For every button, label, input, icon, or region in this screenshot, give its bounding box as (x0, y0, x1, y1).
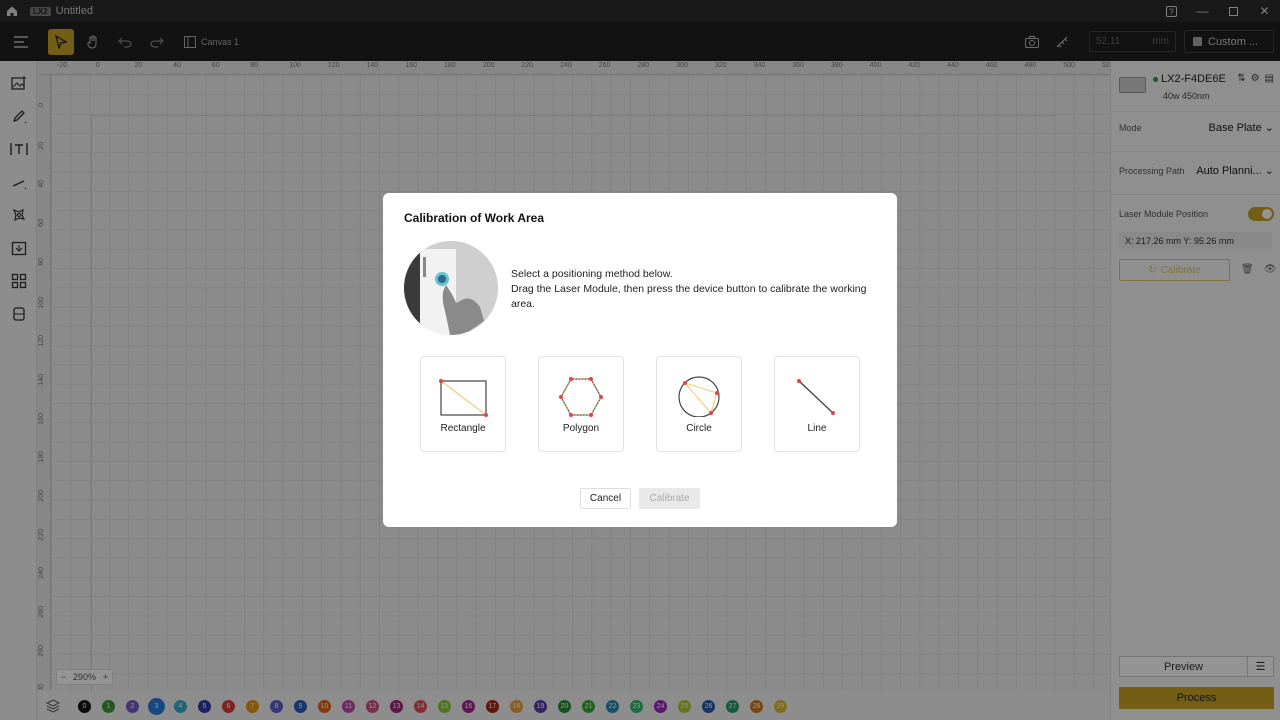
device-illustration (404, 241, 498, 335)
method-label: Rectangle (440, 423, 486, 434)
dialog-title: Calibration of Work Area (404, 211, 545, 225)
dialog-description: Select a positioning method below. Drag … (511, 267, 871, 312)
rectangle-method-icon (439, 379, 488, 417)
description-line-2: Drag the Laser Module, then press the de… (511, 283, 867, 310)
dialog-calibrate-button[interactable]: Calibrate (639, 488, 700, 509)
method-label: Polygon (562, 423, 600, 434)
line-method-icon (797, 379, 835, 415)
method-circle[interactable]: Circle (656, 356, 742, 452)
method-polygon[interactable]: Polygon (538, 356, 624, 452)
polygon-method-icon (559, 377, 603, 417)
description-line-1: Select a positioning method below. (511, 268, 673, 280)
calibration-dialog: Calibration of Work Area Select a positi… (383, 193, 897, 527)
method-label: Circle (686, 423, 712, 434)
method-label: Line (807, 423, 827, 434)
cancel-button[interactable]: Cancel (580, 488, 631, 509)
method-line[interactable]: Line (774, 356, 860, 452)
method-list: Rectangle Polygon Circle Line (420, 356, 860, 452)
method-rectangle[interactable]: Rectangle (420, 356, 506, 452)
circle-method-icon (678, 376, 720, 417)
